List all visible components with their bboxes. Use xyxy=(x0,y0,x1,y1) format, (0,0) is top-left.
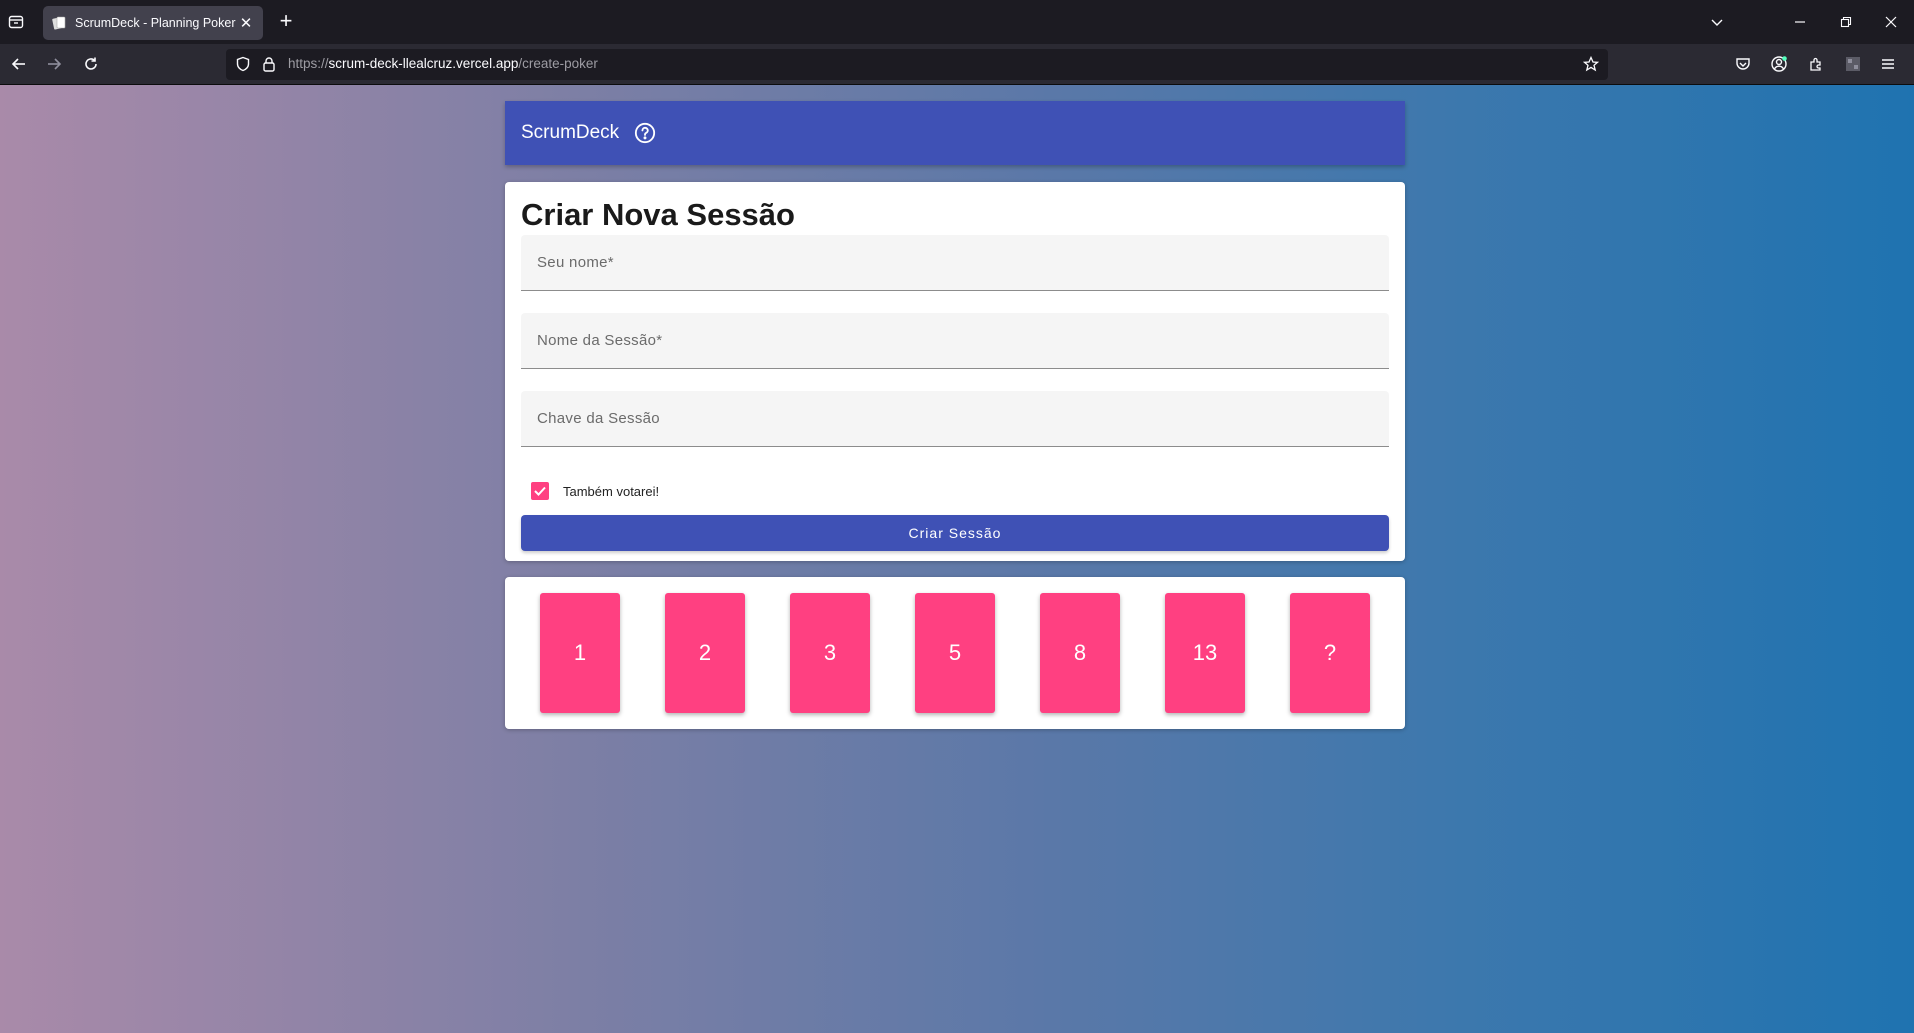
cards-preview-panel: 1 2 3 5 8 13 ? xyxy=(505,577,1405,729)
browser-nav-bar: https://scrum-deck-llealcruz.vercel.app/… xyxy=(0,44,1914,85)
browser-tab-bar: ScrumDeck - Planning Poker pa ✕ + xyxy=(0,0,1914,44)
vote-checkbox[interactable] xyxy=(531,482,549,500)
help-icon[interactable] xyxy=(633,121,657,145)
poker-card[interactable]: 3 xyxy=(790,593,870,713)
url-scheme: https:// xyxy=(288,56,329,71)
bookmark-star-icon[interactable] xyxy=(1582,55,1600,77)
tab-list-icon[interactable] xyxy=(4,10,28,34)
back-icon[interactable] xyxy=(7,52,31,76)
new-tab-button[interactable]: + xyxy=(274,10,298,34)
poker-card[interactable]: 2 xyxy=(665,593,745,713)
app-toolbar: ScrumDeck xyxy=(505,101,1405,165)
poker-card[interactable]: 1 xyxy=(540,593,620,713)
restore-icon[interactable] xyxy=(1834,10,1858,34)
poker-card[interactable]: 13 xyxy=(1165,593,1245,713)
minimize-icon[interactable] xyxy=(1788,10,1812,34)
pocket-icon[interactable] xyxy=(1731,52,1755,76)
page-viewport: ScrumDeck Criar Nova Sessão Também votar… xyxy=(0,85,1914,1033)
create-session-button[interactable]: Criar Sessão xyxy=(521,515,1389,551)
session-key-input[interactable] xyxy=(521,391,1389,446)
session-name-field[interactable] xyxy=(521,313,1389,369)
session-name-input[interactable] xyxy=(521,313,1389,368)
favicon-icon xyxy=(51,15,67,31)
name-field[interactable] xyxy=(521,235,1389,291)
address-bar[interactable]: https://scrum-deck-llealcruz.vercel.app/… xyxy=(226,49,1608,80)
reload-icon[interactable] xyxy=(79,52,103,76)
poker-card[interactable]: ? xyxy=(1290,593,1370,713)
close-tab-icon[interactable]: ✕ xyxy=(237,14,255,32)
account-icon[interactable] xyxy=(1767,52,1791,76)
url-text[interactable]: https://scrum-deck-llealcruz.vercel.app/… xyxy=(288,56,598,71)
tab-title: ScrumDeck - Planning Poker pa xyxy=(75,16,237,30)
extensions-icon[interactable] xyxy=(1804,52,1828,76)
poker-card[interactable]: 5 xyxy=(915,593,995,713)
create-session-card: Criar Nova Sessão Também votarei! Criar … xyxy=(505,182,1405,561)
app-title: ScrumDeck xyxy=(521,122,620,143)
forward-icon[interactable] xyxy=(42,52,66,76)
shield-icon[interactable] xyxy=(235,56,251,77)
extension-qr-icon[interactable] xyxy=(1841,52,1865,76)
page-title: Criar Nova Sessão xyxy=(521,197,795,232)
url-host: scrum-deck-llealcruz.vercel.app xyxy=(328,56,519,71)
vote-checkbox-row[interactable]: Também votarei! xyxy=(521,479,659,503)
session-key-field[interactable] xyxy=(521,391,1389,447)
lock-icon[interactable] xyxy=(261,56,277,77)
url-path: /create-poker xyxy=(518,56,598,71)
name-input[interactable] xyxy=(521,235,1389,290)
list-all-tabs-icon[interactable] xyxy=(1705,10,1729,34)
browser-tab[interactable]: ScrumDeck - Planning Poker pa ✕ xyxy=(43,6,263,40)
vote-checkbox-label: Também votarei! xyxy=(563,483,660,499)
poker-card[interactable]: 8 xyxy=(1040,593,1120,713)
close-window-icon[interactable] xyxy=(1879,10,1903,34)
menu-icon[interactable] xyxy=(1876,52,1900,76)
